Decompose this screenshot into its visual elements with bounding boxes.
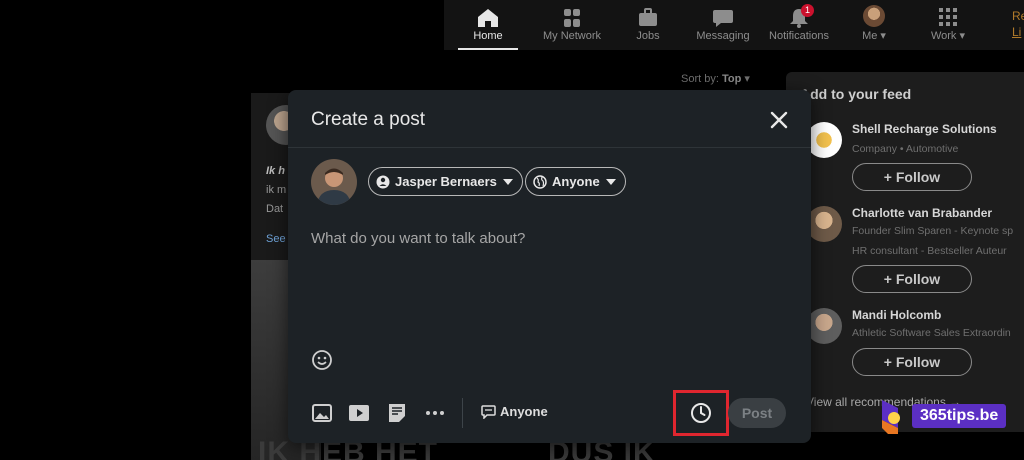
emoji-icon	[312, 350, 332, 370]
see-more-link[interactable]: See	[266, 233, 286, 245]
toolbar-divider	[462, 398, 463, 428]
feed-text-line: Dat	[266, 203, 284, 215]
nav-jobs[interactable]: Jobs	[628, 0, 668, 50]
follow-button[interactable]: + Follow	[852, 348, 972, 376]
nav-jobs-label: Jobs	[636, 30, 660, 42]
author-selector-button[interactable]: Jasper Bernaers	[368, 167, 523, 196]
close-button[interactable]	[765, 106, 793, 134]
dialog-header: Create a post	[288, 90, 811, 148]
follow-button[interactable]: + Follow	[852, 163, 972, 191]
briefcase-icon	[639, 8, 657, 26]
caret-down-icon	[605, 178, 616, 185]
post-toolbar: Anyone Post	[288, 390, 811, 436]
nav-my-network[interactable]: My Network	[538, 0, 606, 50]
suggestion-name[interactable]: Mandi Holcomb	[852, 308, 941, 322]
comment-control-label: Anyone	[500, 404, 548, 419]
feed-text-line: ik m	[266, 184, 287, 196]
author-avatar	[311, 159, 357, 205]
emoji-button[interactable]	[311, 349, 333, 371]
nav-home[interactable]: Home	[458, 0, 518, 50]
nav-work-label: Work ▾	[930, 30, 966, 42]
grid-icon	[939, 8, 957, 26]
clock-icon	[691, 403, 711, 423]
notification-badge: 1	[801, 4, 815, 17]
suggestion-subtitle: Company • Automotive	[852, 143, 959, 155]
nav-home-label: Home	[473, 30, 503, 42]
nav-notifications[interactable]: 1 Notifications	[766, 0, 832, 50]
avatar	[806, 308, 842, 344]
network-icon	[564, 9, 580, 27]
globe-icon	[533, 174, 547, 189]
more-dots-icon	[426, 411, 444, 415]
home-icon	[478, 9, 498, 27]
message-icon	[713, 10, 733, 27]
suggestion-subtitle: Athletic Software Sales Extraordin	[852, 327, 1011, 339]
panel-heading: Add to your feed	[800, 86, 912, 102]
more-options-button[interactable]	[424, 402, 446, 424]
author-name: Jasper Bernaers	[395, 174, 497, 189]
add-document-button[interactable]	[386, 402, 408, 424]
visibility-selector-button[interactable]: Anyone	[525, 167, 626, 196]
sort-control[interactable]: Sort by: Top ▾	[681, 72, 750, 85]
suggestion-name[interactable]: Shell Recharge Solutions	[852, 122, 997, 136]
avatar	[863, 5, 885, 27]
create-post-dialog: Create a post Jasper Bernaers Anyone Wha…	[288, 90, 811, 443]
nav-me[interactable]: Me ▾	[856, 0, 892, 50]
document-icon	[389, 404, 405, 422]
schedule-post-button[interactable]	[673, 390, 729, 436]
post-text-input[interactable]: What do you want to talk about?	[311, 230, 525, 247]
add-video-button[interactable]	[348, 402, 370, 424]
sort-value: Top	[721, 73, 742, 85]
avatar	[806, 206, 842, 242]
suggestion-name[interactable]: Charlotte van Brabander	[852, 206, 992, 220]
add-photo-button[interactable]	[311, 402, 333, 424]
suggestion-subtitle: HR consultant - Bestseller Auteur	[852, 245, 1007, 257]
person-icon	[376, 175, 390, 188]
nav-me-label: Me ▾	[862, 30, 886, 42]
watermark-text: 365tips.be	[912, 404, 1007, 428]
suggestion-subtitle: Founder Slim Sparen - Keynote sp	[852, 225, 1014, 237]
visibility-label: Anyone	[552, 174, 600, 189]
premium-link[interactable]: Re Li	[1012, 8, 1024, 40]
follow-button[interactable]: + Follow	[852, 265, 972, 293]
comment-icon	[481, 404, 496, 419]
top-nav: Home My Network Jobs Messaging 1 Notific…	[444, 0, 1024, 50]
sort-label: Sort by:	[681, 73, 719, 85]
close-icon	[770, 111, 788, 129]
comment-control-button[interactable]: Anyone	[481, 404, 548, 419]
premium-link-top: Re	[1012, 9, 1024, 23]
premium-link-bottom: Li	[1012, 25, 1022, 39]
post-button[interactable]: Post	[728, 398, 786, 428]
dialog-title: Create a post	[311, 109, 426, 130]
feed-text-line: Ik h	[266, 165, 285, 177]
video-icon	[349, 405, 369, 421]
nav-network-label: My Network	[542, 30, 602, 42]
add-to-feed-panel: Add to your feed Shell Recharge Solution…	[786, 72, 1024, 432]
nav-messaging[interactable]: Messaging	[694, 0, 752, 50]
image-icon	[312, 404, 332, 422]
site-watermark: 365tips.be	[880, 398, 1007, 434]
nav-work[interactable]: Work ▾	[926, 0, 970, 50]
company-logo	[806, 122, 842, 158]
nav-notifications-label: Notifications	[769, 30, 829, 42]
lightbulb-logo-icon	[880, 398, 910, 434]
caret-down-icon	[502, 178, 513, 185]
nav-messaging-label: Messaging	[696, 30, 750, 42]
